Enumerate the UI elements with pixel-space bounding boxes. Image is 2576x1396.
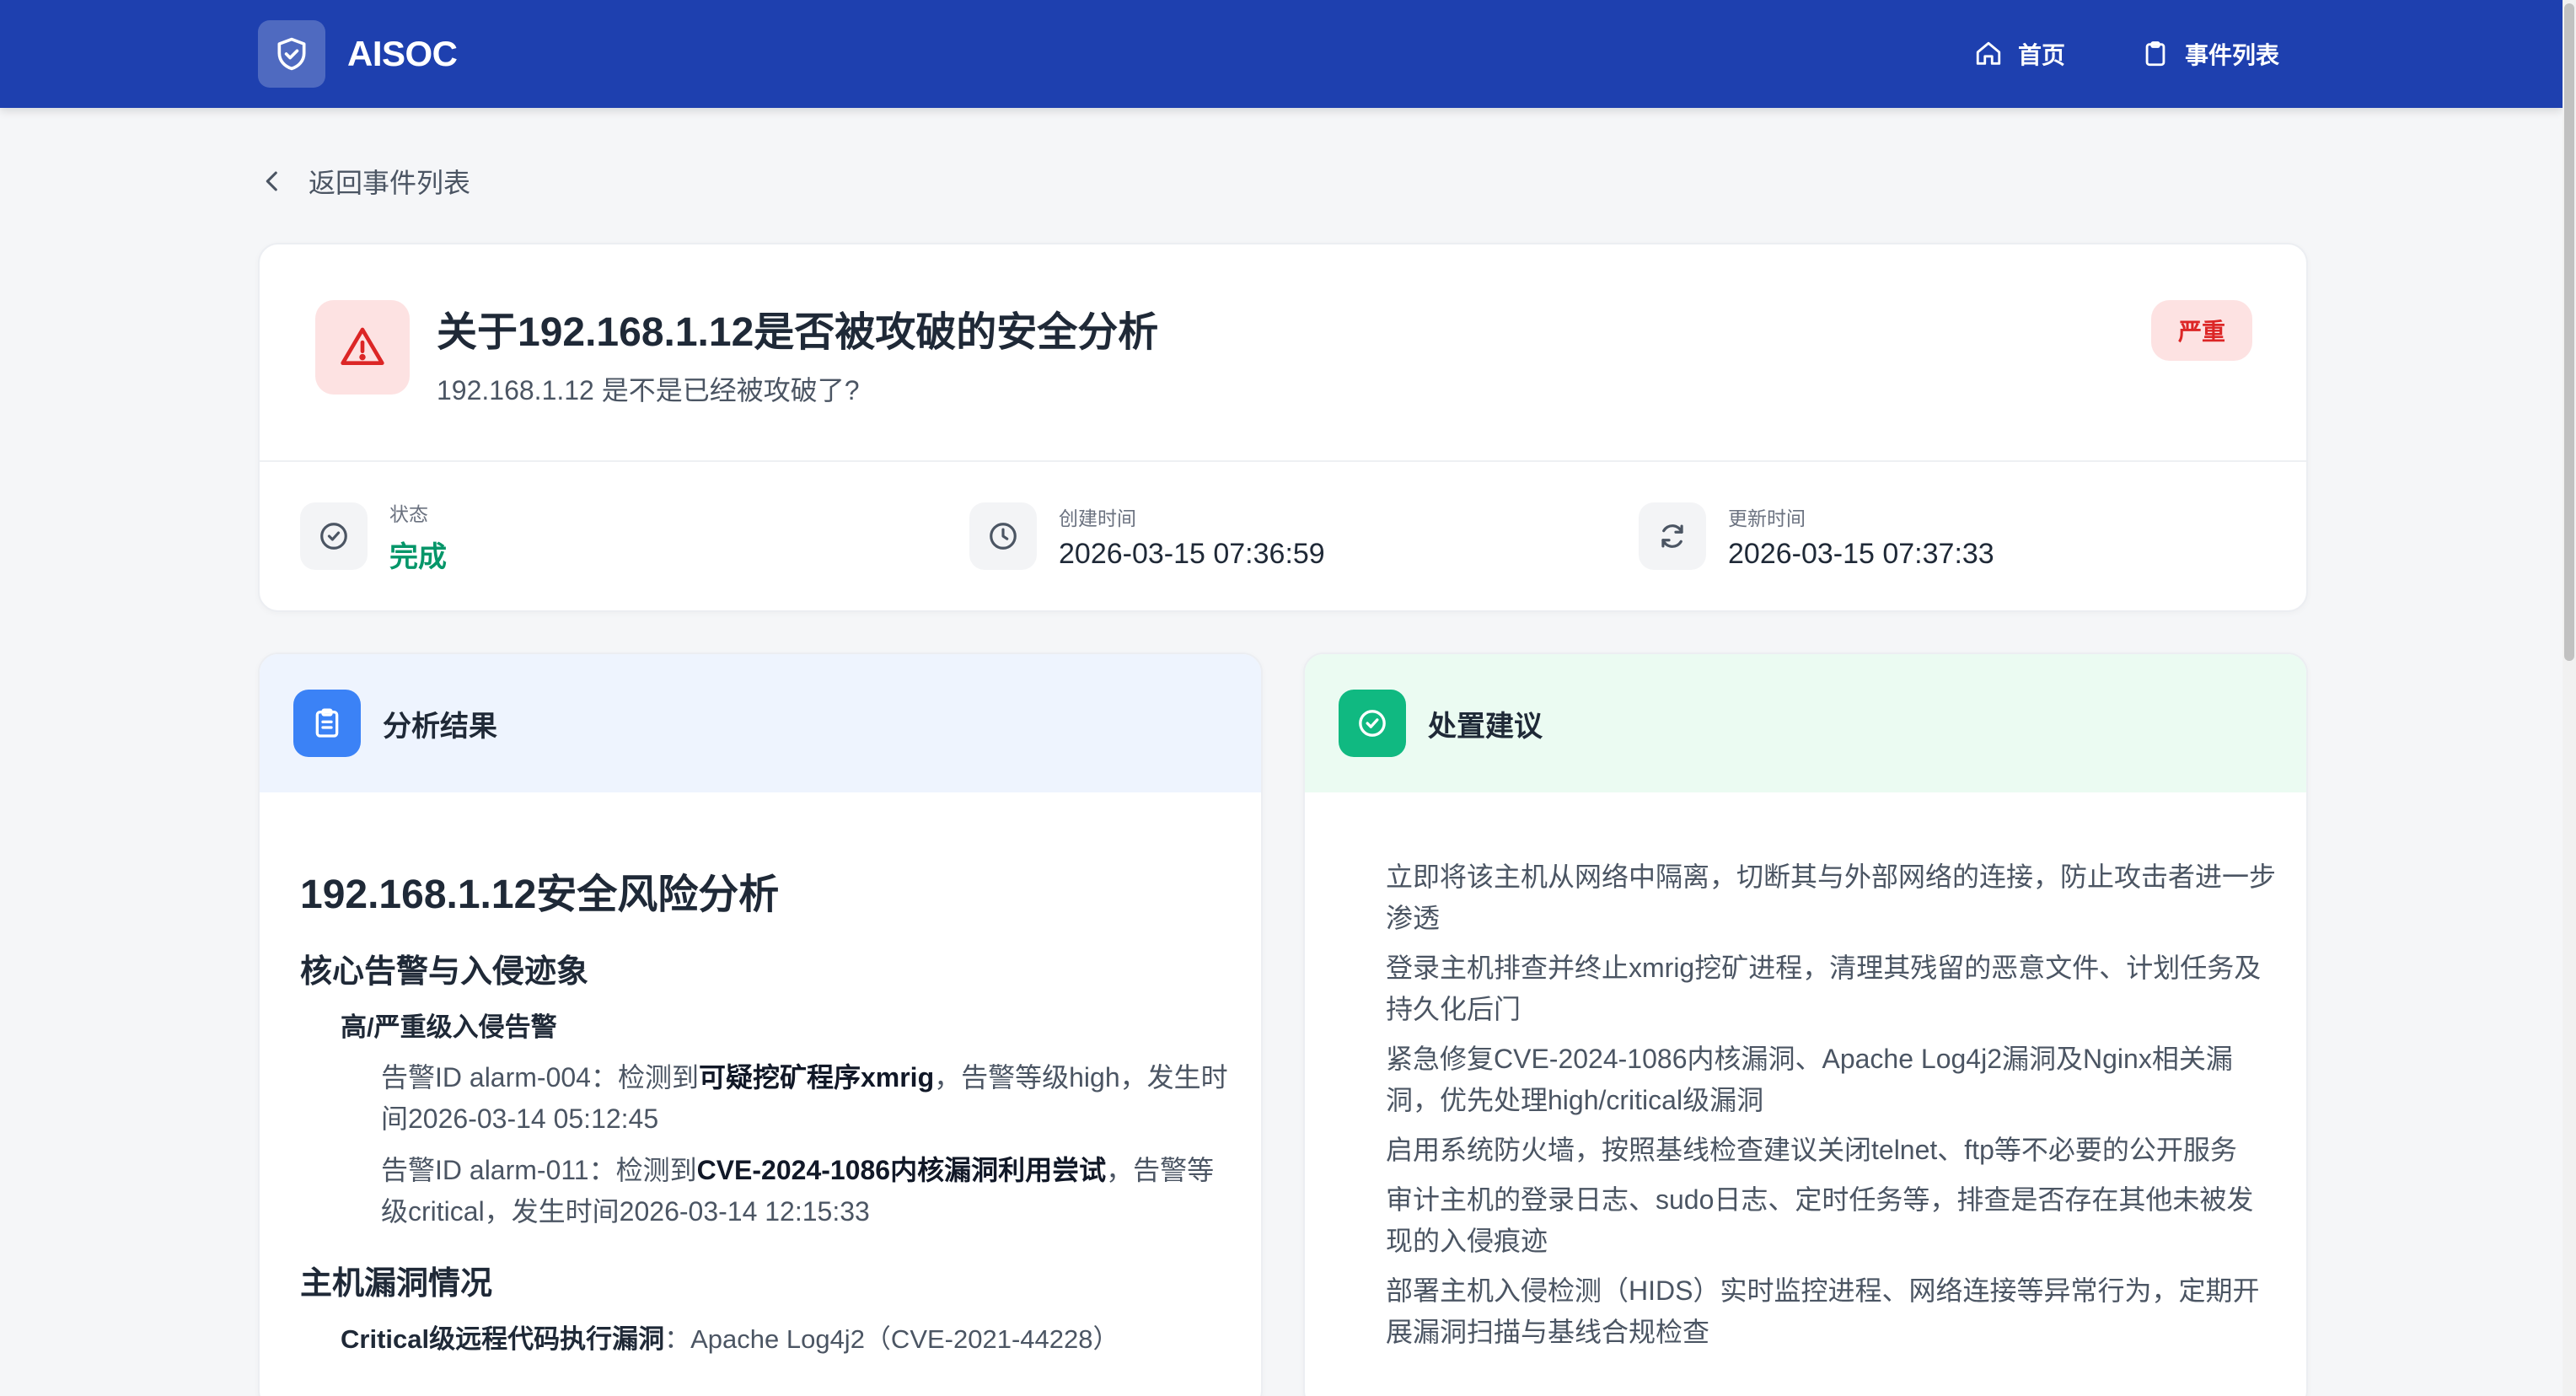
- event-header-card: 关于192.168.1.12是否被攻破的安全分析 192.168.1.12 是不…: [258, 243, 2308, 612]
- status-label: 状态: [389, 502, 428, 525]
- section-vuln-heading: 主机漏洞情况: [300, 1266, 493, 1302]
- nav-home-label: 首页: [2017, 42, 2065, 68]
- created-value: 2026-03-15 07:36:59: [1059, 537, 1325, 570]
- subsection-heading: 高/严重级入侵告警: [341, 1012, 557, 1042]
- event-title: 关于192.168.1.12是否被攻破的安全分析: [437, 310, 1159, 355]
- updated-label: 更新时间: [1728, 507, 1806, 529]
- event-question: 192.168.1.12 是不是已经被攻破了?: [437, 375, 860, 405]
- recommendation-item: 部署主机入侵检测（HIDS）实时监控进程、网络连接等异常行为，定期开展漏洞扫描与…: [1386, 1275, 2260, 1347]
- nav-home[interactable]: 首页: [1974, 37, 2065, 71]
- status-meta: 状态 完成: [300, 501, 447, 573]
- nav-event-list[interactable]: 事件列表: [2141, 37, 2279, 71]
- divider: [260, 460, 2306, 462]
- clock-icon: [969, 502, 1037, 570]
- main-nav: 首页 事件列表: [1974, 0, 2279, 108]
- analysis-panel-title: 分析结果: [383, 711, 497, 743]
- recommendation-panel-title: 处置建议: [1428, 711, 1543, 743]
- alert-item: 告警ID alarm-004：检测到可疑挖矿程序xmrig，告警等级high，发…: [381, 1062, 1228, 1134]
- analysis-heading: 192.168.1.12安全风险分析: [300, 872, 780, 917]
- page-scrollbar[interactable]: [2563, 0, 2576, 1396]
- recommendation-list: 立即将该主机从网络中隔离，切断其与外部网络的连接，防止攻击者进一步渗透 登录主机…: [1386, 856, 2279, 1361]
- clipboard-icon: [2145, 41, 2165, 67]
- analysis-panel-header: 分析结果: [260, 654, 1261, 792]
- recommendation-panel: 处置建议 立即将该主机从网络中隔离，切断其与外部网络的连接，防止攻击者进一步渗透…: [1303, 652, 2308, 1396]
- created-label: 创建时间: [1059, 507, 1136, 529]
- check-circle-icon: [300, 502, 368, 570]
- vuln-item: Critical级远程代码执行漏洞：Apache Log4j2（CVE-2021…: [341, 1324, 1119, 1354]
- check-circle-icon: [1339, 690, 1406, 757]
- alert-item: 告警ID alarm-011：检测到CVE-2024-1086内核漏洞利用尝试，…: [381, 1155, 1215, 1227]
- refresh-icon: [1639, 502, 1706, 570]
- recommendation-item: 登录主机排查并终止xmrig挖矿进程，清理其残留的恶意文件、计划任务及持久化后门: [1386, 953, 2262, 1024]
- recommendation-item: 紧急修复CVE-2024-1086内核漏洞、Apache Log4j2漏洞及Ng…: [1386, 1044, 2233, 1115]
- brand-name: AISOC: [347, 34, 458, 73]
- analysis-panel: 分析结果 192.168.1.12安全风险分析 核心告警与入侵迹象 高/严重级入…: [258, 652, 1263, 1396]
- warning-icon: [315, 300, 410, 395]
- updated-meta: 更新时间 2026-03-15 07:37:33: [1639, 501, 1994, 572]
- status-value: 完成: [389, 540, 447, 573]
- nav-event-list-label: 事件列表: [2184, 42, 2279, 68]
- analysis-content: 192.168.1.12安全风险分析 核心告警与入侵迹象 高/严重级入侵告警 告…: [300, 870, 1236, 1359]
- back-link-label: 返回事件列表: [309, 168, 471, 198]
- scrollbar-thumb[interactable]: [2564, 3, 2574, 661]
- back-to-list-link[interactable]: 返回事件列表: [258, 162, 470, 201]
- severity-badge: 严重: [2151, 300, 2252, 361]
- top-navbar: AISOC 首页 事件列表: [0, 0, 2563, 108]
- shield-check-icon: [258, 20, 325, 88]
- home-icon: [1976, 41, 2001, 65]
- updated-value: 2026-03-15 07:37:33: [1728, 537, 1994, 570]
- recommendation-panel-header: 处置建议: [1305, 654, 2306, 792]
- brand[interactable]: AISOC: [258, 20, 458, 88]
- clipboard-list-icon: [293, 690, 361, 757]
- recommendation-item: 立即将该主机从网络中隔离，切断其与外部网络的连接，防止攻击者进一步渗透: [1386, 862, 2277, 933]
- chevron-left-icon: [266, 171, 277, 191]
- created-meta: 创建时间 2026-03-15 07:36:59: [969, 501, 1325, 572]
- section-alerts-heading: 核心告警与入侵迹象: [300, 954, 589, 990]
- recommendation-item: 审计主机的登录日志、sudo日志、定时任务等，排查是否存在其他未被发现的入侵痕迹: [1386, 1184, 2254, 1256]
- recommendation-item: 启用系统防火墙，按照基线检查建议关闭telnet、ftp等不必要的公开服务: [1386, 1135, 2237, 1165]
